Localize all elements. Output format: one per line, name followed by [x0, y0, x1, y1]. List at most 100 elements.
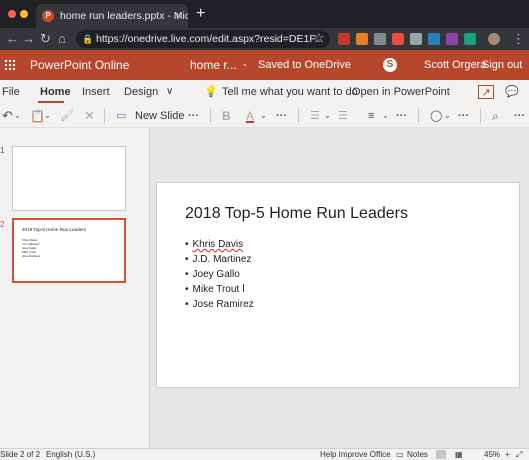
extension-icon[interactable]: [374, 33, 386, 45]
more-commands-icon[interactable]: ···: [514, 104, 525, 128]
window-close-button[interactable]: [8, 10, 16, 18]
bullet-text: J.D. Martinez: [192, 254, 252, 265]
tab-file[interactable]: File: [2, 80, 20, 104]
reload-icon[interactable]: ↻: [40, 31, 51, 47]
extension-icon[interactable]: [446, 33, 458, 45]
bullets-dropdown-chevron-icon[interactable]: ⌄: [324, 104, 331, 128]
more-slide-options-icon[interactable]: ···: [188, 104, 199, 128]
divider: [418, 109, 419, 123]
browser-tab[interactable]: P home run leaders.pptx - Micro ×: [36, 4, 188, 28]
bullets-icon[interactable]: ☰: [310, 104, 320, 128]
paste-icon[interactable]: 📋: [30, 104, 45, 128]
bullet-text: Joey Gallo: [192, 269, 240, 280]
bullet-text: Khris Davis: [192, 239, 244, 250]
align-dropdown-chevron-icon[interactable]: ⌄: [382, 104, 389, 128]
shapes-dropdown-chevron-icon[interactable]: ⌄: [444, 104, 451, 128]
divider: [298, 109, 299, 123]
window-minimize-button[interactable]: [20, 10, 28, 18]
browser-menu-icon[interactable]: ⋮: [512, 31, 525, 47]
open-in-powerpoint-button[interactable]: Open in PowerPoint: [352, 80, 450, 104]
new-slide-icon[interactable]: ▭: [116, 104, 126, 128]
format-painter-icon[interactable]: 🖌: [60, 104, 74, 128]
extension-icon[interactable]: [338, 33, 350, 45]
slide-bullet[interactable]: Khris Davis: [185, 239, 244, 250]
forward-arrow-icon[interactable]: →: [22, 31, 35, 47]
fit-to-window-icon[interactable]: ⤢: [516, 450, 522, 460]
paste-dropdown-chevron-icon[interactable]: ⌄: [44, 104, 51, 128]
more-font-options-icon[interactable]: ···: [276, 104, 287, 128]
numbering-icon[interactable]: ☰: [338, 104, 348, 128]
slide-bullet[interactable]: J.D. Martinez: [185, 254, 252, 265]
tab-design[interactable]: Design: [124, 80, 158, 104]
zoom-level[interactable]: 45%: [484, 450, 500, 459]
extension-icon[interactable]: [464, 33, 476, 45]
slide-bullet[interactable]: Mike Trout: [185, 284, 245, 295]
powerpoint-favicon-icon: P: [42, 10, 54, 22]
undo-dropdown-chevron-icon[interactable]: ⌄: [14, 104, 21, 128]
search-icon[interactable]: ⌕: [492, 104, 499, 128]
divider: [210, 109, 211, 123]
shapes-icon[interactable]: ◯: [430, 104, 442, 128]
help-improve-office-link[interactable]: Help Improve Office: [320, 450, 391, 459]
tell-me-search[interactable]: Tell me what you want to do: [222, 80, 358, 104]
notes-button[interactable]: Notes: [407, 450, 428, 459]
more-tabs-chevron-icon[interactable]: ∨: [166, 80, 173, 104]
document-name[interactable]: home r...: [190, 50, 237, 80]
delete-icon[interactable]: ✕: [84, 104, 95, 128]
divider: [104, 109, 105, 123]
app-name[interactable]: PowerPoint Online: [30, 50, 129, 80]
title-separator: -: [243, 59, 247, 71]
slide-bullet[interactable]: Joey Gallo: [185, 269, 240, 280]
skype-icon[interactable]: S: [383, 58, 397, 72]
tab-insert[interactable]: Insert: [82, 80, 110, 104]
font-color-button[interactable]: A: [246, 104, 254, 128]
extension-icon[interactable]: [356, 33, 368, 45]
zoom-in-icon[interactable]: +: [505, 450, 510, 459]
user-name[interactable]: Scott Orgera: [424, 50, 486, 80]
back-arrow-icon[interactable]: ←: [6, 31, 19, 47]
slide-thumbnail-1[interactable]: [12, 146, 126, 211]
slide-thumbnail-2[interactable]: 2018 Top-5 Home Run Leaders Khris Davis …: [12, 218, 126, 283]
browser-tab-strip: P home run leaders.pptx - Micro × +: [0, 0, 529, 28]
tab-title: home run leaders.pptx - Micro: [60, 10, 188, 22]
extension-icon[interactable]: [410, 33, 422, 45]
lock-icon: 🔒: [82, 34, 94, 44]
browser-toolbar: ← → ↻ ⌂ 🔒 https://onedrive.live.com/edit…: [0, 28, 529, 50]
notes-icon: ▭: [396, 450, 404, 459]
home-icon[interactable]: ⌂: [58, 31, 66, 47]
sign-out-link[interactable]: Sign out: [482, 50, 522, 80]
bookmark-star-icon[interactable]: ☆: [313, 30, 325, 46]
thumbnail-bullet: Jose Ramirez: [22, 254, 41, 258]
bold-button[interactable]: B: [222, 104, 231, 128]
normal-view-icon[interactable]: [436, 450, 446, 459]
undo-icon[interactable]: ↶: [2, 104, 13, 128]
save-status: Saved to OneDrive: [258, 59, 351, 71]
slide-editor-canvas: 2018 Top-5 Home Run Leaders Khris Davis …: [150, 128, 529, 448]
lightbulb-icon: 💡: [204, 86, 218, 98]
extension-icon[interactable]: [392, 33, 404, 45]
active-tab-indicator: [38, 101, 64, 103]
share-icon[interactable]: ↗: [478, 85, 494, 99]
new-tab-button[interactable]: +: [196, 4, 205, 24]
new-slide-button[interactable]: New Slide: [135, 104, 185, 128]
align-icon[interactable]: ≡: [368, 104, 374, 128]
app-launcher-icon[interactable]: [4, 59, 15, 70]
slide-number: 1: [0, 146, 5, 155]
font-color-dropdown-chevron-icon[interactable]: ⌄: [260, 104, 267, 128]
language-indicator[interactable]: English (U.S.): [46, 450, 95, 459]
comments-icon[interactable]: 💬: [504, 85, 520, 99]
current-slide[interactable]: 2018 Top-5 Home Run Leaders Khris Davis …: [156, 182, 520, 388]
bullet-text: Mike Trout: [192, 284, 240, 295]
profile-avatar[interactable]: [488, 33, 500, 45]
more-paragraph-options-icon[interactable]: ···: [396, 104, 407, 128]
address-bar[interactable]: 🔒 https://onedrive.live.com/edit.aspx?re…: [76, 30, 330, 48]
slide-number: 2: [0, 220, 5, 229]
more-drawing-options-icon[interactable]: ···: [458, 104, 469, 128]
extension-icon[interactable]: [428, 33, 440, 45]
thumbnail-bullets: Khris Davis J.D. Martinez Joey Gallo Mik…: [22, 238, 40, 258]
slide-bullet[interactable]: Jose Ramirez: [185, 299, 254, 310]
tab-close-icon[interactable]: ×: [176, 4, 182, 28]
slide-sorter-icon[interactable]: ▦: [455, 450, 463, 459]
slide-title[interactable]: 2018 Top-5 Home Run Leaders: [185, 205, 408, 223]
office-header: PowerPoint Online home r... - Saved to O…: [0, 50, 529, 80]
